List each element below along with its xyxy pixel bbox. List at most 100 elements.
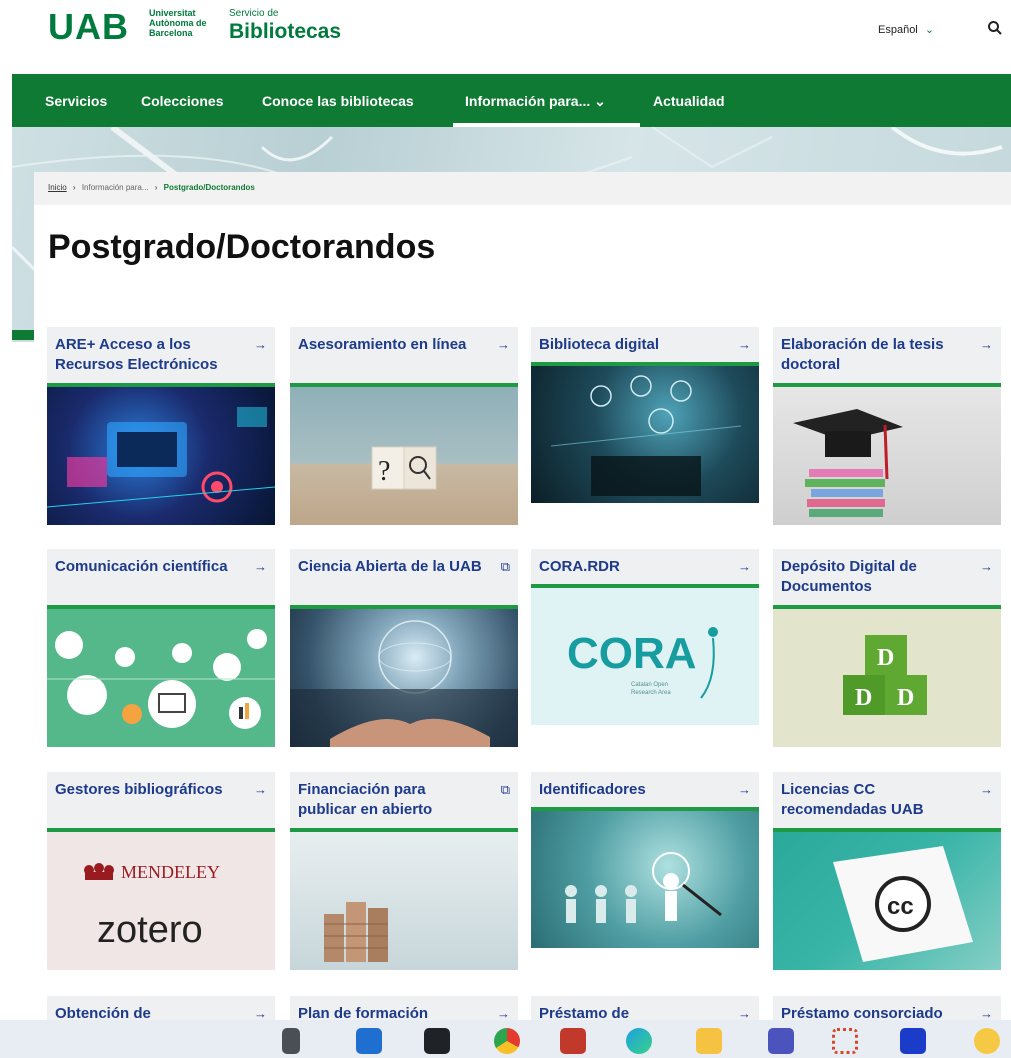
nav-item-servicios[interactable]: Servicios [45, 93, 107, 109]
arrow-right-icon: → [254, 559, 267, 574]
tile-image-cc-logo: cc [773, 832, 1001, 970]
tile-image-electronic-resources [47, 387, 275, 525]
language-label: Español [878, 24, 918, 36]
tile-image-digital-library [531, 366, 759, 503]
tile-header: Ciencia Abierta de la UAB ⧉ [290, 549, 518, 605]
arrow-right-icon: → [254, 337, 267, 352]
search-icon[interactable] [987, 20, 1003, 36]
tile-image-globe-hands [290, 609, 518, 747]
tile-title: Biblioteca digital [539, 336, 660, 353]
tile-header: Obtención de → [47, 996, 275, 1022]
tile-title: Gestores bibliográficos [55, 781, 223, 798]
edge-icon[interactable] [626, 1028, 652, 1054]
tile-header: Plan de formación → [290, 996, 518, 1022]
tile-title: Depósito Digital de Documentos [781, 558, 917, 595]
tile-comunicacion[interactable]: Comunicación científica → [47, 549, 275, 747]
app-icon[interactable] [974, 1028, 1000, 1054]
page-title: Postgrado/Doctorandos [48, 228, 436, 266]
app-icon[interactable] [832, 1028, 858, 1054]
app-icon[interactable] [900, 1028, 926, 1054]
app-icon[interactable] [560, 1028, 586, 1054]
tile-gestores[interactable]: Gestores bibliográficos → MENDELEY zoter… [47, 772, 275, 970]
breadcrumb-separator: › [154, 183, 158, 192]
tile-identificadores[interactable]: Identificadores → [531, 772, 759, 948]
tile-title: Licencias CC recomendadas UAB [781, 781, 924, 818]
tile-cora[interactable]: CORA.RDR → CORA Catalan Open Research Ar… [531, 549, 759, 725]
question-mark-text: ? [378, 456, 390, 487]
nav-item-actualidad[interactable]: Actualidad [653, 93, 725, 109]
tile-are[interactable]: ARE+ Acceso a los Recursos Electrónicos … [47, 327, 275, 525]
tile-plan-formacion[interactable]: Plan de formación → [290, 996, 518, 1022]
outlook-icon[interactable] [356, 1028, 382, 1054]
cora-subtitle-2: Research Area [631, 690, 671, 696]
service-label: Servicio de [229, 8, 279, 19]
tile-licencias-cc[interactable]: Licencias CC recomendadas UAB → cc [773, 772, 1001, 970]
tile-title: Identificadores [539, 781, 646, 798]
language-selector[interactable]: Español ⌄ [878, 23, 934, 36]
teams-icon[interactable] [768, 1028, 794, 1054]
arrow-right-icon: → [738, 559, 751, 574]
tile-image-identified-person [531, 811, 759, 948]
tile-tesis[interactable]: Elaboración de la tesis doctoral → [773, 327, 1001, 525]
breadcrumb-middle[interactable]: Información para... [82, 183, 149, 192]
university-name: Universitat Autònoma de Barcelona [149, 8, 207, 38]
tile-header: Financiación para publicar en abierto ⧉ [290, 772, 518, 828]
tile-header: Asesoramiento en línea → [290, 327, 518, 383]
tile-financiacion[interactable]: Financiación para publicar en abierto ⧉ [290, 772, 518, 970]
tile-biblioteca-digital[interactable]: Biblioteca digital → [531, 327, 759, 503]
chrome-icon[interactable] [494, 1028, 520, 1054]
tile-image-graduation-cap [773, 387, 1001, 525]
tile-title: Comunicación científica [55, 558, 228, 575]
arrow-right-icon: → [980, 559, 993, 574]
tile-header: Préstamo consorciado → [773, 996, 1001, 1022]
main-nav: Servicios Colecciones Conoce las bibliot… [12, 74, 1011, 127]
terminal-icon[interactable] [424, 1028, 450, 1054]
tile-image-cora-logo: CORA Catalan Open Research Area [531, 588, 759, 725]
cora-logo-text: CORA [567, 629, 697, 678]
breadcrumb-separator: › [72, 183, 76, 192]
tile-header: Licencias CC recomendadas UAB → [773, 772, 1001, 828]
cora-subtitle-1: Catalan Open [631, 682, 668, 688]
tile-header: Comunicación científica → [47, 549, 275, 605]
arrow-right-icon: → [497, 1006, 510, 1021]
block-letter: D [877, 645, 894, 671]
arrow-right-icon: → [738, 1006, 751, 1021]
folder-icon[interactable] [696, 1028, 722, 1054]
service-logo[interactable]: Servicio de Bibliotecas [229, 8, 341, 44]
arrow-right-icon: → [980, 782, 993, 797]
service-name: Bibliotecas [229, 20, 342, 43]
nav-item-colecciones[interactable]: Colecciones [141, 93, 223, 109]
tile-title: Asesoramiento en línea [298, 336, 467, 353]
tile-image-ddd-blocks: D D D [773, 609, 1001, 747]
tile-prestamo[interactable]: Préstamo de → [531, 996, 759, 1022]
tile-title: Financiación para publicar en abierto [298, 781, 433, 818]
site-header: UAB Universitat Autònoma de Barcelona Se… [12, 0, 1011, 74]
arrow-right-icon: → [738, 337, 751, 352]
breadcrumb-current: Postgrado/Doctorandos [163, 183, 255, 192]
tile-asesoramiento[interactable]: Asesoramiento en línea → ? [290, 327, 518, 525]
taskview-icon[interactable] [282, 1028, 300, 1054]
tile-header: Depósito Digital de Documentos → [773, 549, 1001, 605]
hero-accent [12, 330, 34, 340]
nav-item-informacion[interactable]: Información para... ⌄ [465, 93, 606, 110]
tile-prestamo-consorciado[interactable]: Préstamo consorciado → [773, 996, 1001, 1022]
tile-image-coins [290, 832, 518, 970]
tile-ciencia-abierta[interactable]: Ciencia Abierta de la UAB ⧉ [290, 549, 518, 747]
nav-item-conoce[interactable]: Conoce las bibliotecas [262, 93, 414, 109]
arrow-right-icon: → [738, 782, 751, 797]
tile-header: Elaboración de la tesis doctoral → [773, 327, 1001, 383]
breadcrumb-home[interactable]: Inicio [48, 183, 67, 192]
breadcrumb: Inicio › Información para... › Postgrado… [48, 183, 255, 192]
arrow-right-icon: → [980, 337, 993, 352]
external-link-icon: ⧉ [500, 559, 510, 574]
tile-obtencion[interactable]: Obtención de → [47, 996, 275, 1022]
tile-title: CORA.RDR [539, 558, 620, 575]
tile-image-mendeley-zotero: MENDELEY zotero [47, 832, 275, 970]
tile-header: ARE+ Acceso a los Recursos Electrónicos … [47, 327, 275, 383]
tile-header: Préstamo de → [531, 996, 759, 1022]
uab-logo[interactable]: UAB [48, 6, 129, 48]
tile-header: Gestores bibliográficos → [47, 772, 275, 828]
tile-title: Elaboración de la tesis doctoral [781, 336, 944, 373]
tile-deposito[interactable]: Depósito Digital de Documentos → D D D [773, 549, 1001, 747]
tile-header: Biblioteca digital → [531, 327, 759, 362]
